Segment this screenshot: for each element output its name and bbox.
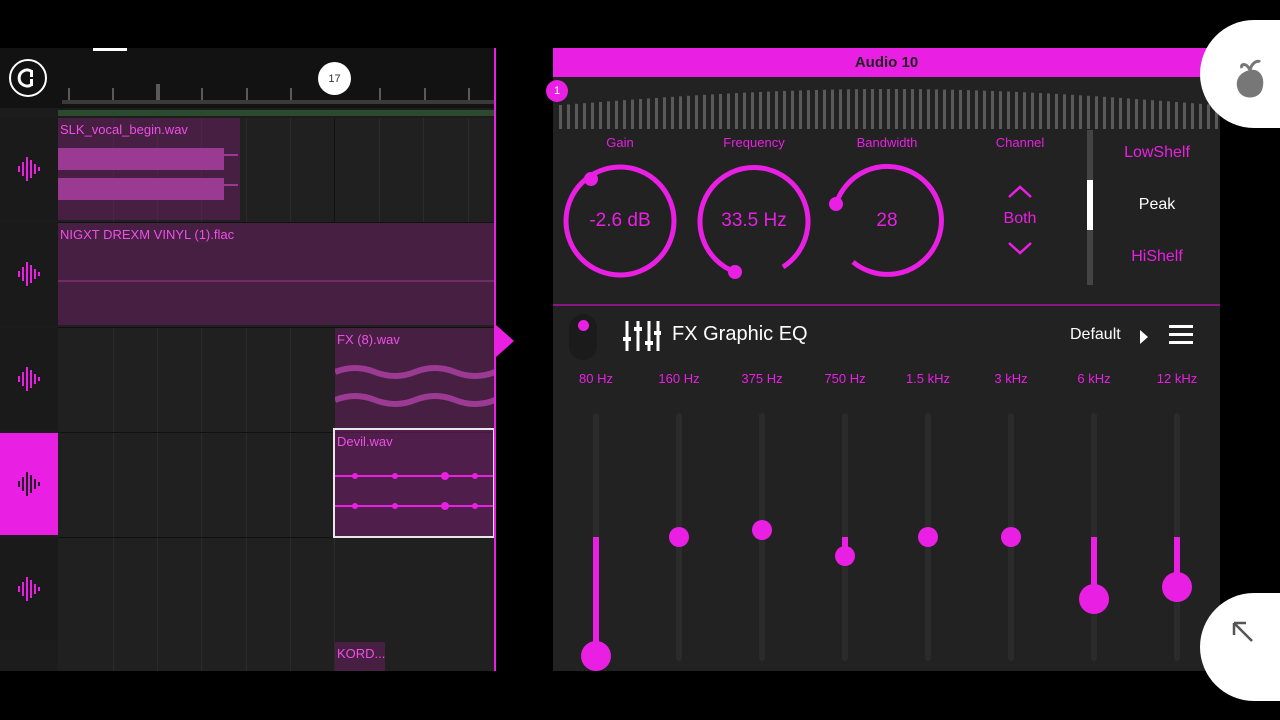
- band-slider-knob[interactable]: [918, 527, 938, 547]
- audio-clip[interactable]: FX (8).wav: [335, 328, 495, 430]
- band-slider-knob[interactable]: [835, 545, 855, 566]
- band-slider-knob[interactable]: [581, 641, 611, 671]
- audio-clip-selected[interactable]: Devil.wav: [333, 428, 495, 538]
- gain-value: -2.6 dB: [589, 210, 651, 231]
- menu-icon[interactable]: [1169, 325, 1193, 345]
- panel-expand-arrow[interactable]: [496, 325, 514, 357]
- band-label: 375 Hz: [741, 371, 783, 386]
- loop-region-bar[interactable]: [58, 110, 495, 116]
- eq-sliders-icon: [623, 321, 661, 351]
- track-header-1[interactable]: [0, 118, 58, 220]
- track-row-1[interactable]: SLK_vocal_begin.wav: [58, 118, 495, 223]
- snap-button[interactable]: [9, 59, 47, 97]
- band-label: 3 kHz: [994, 371, 1028, 386]
- band-slider-knob[interactable]: [1001, 527, 1021, 547]
- filter-type-indicator: [1087, 180, 1093, 230]
- track-row-2[interactable]: NIGXT DREXM VINYL (1).flac: [58, 223, 495, 328]
- fl-studio-logo-icon: [1236, 59, 1264, 98]
- audio-clip[interactable]: KORD...: [335, 642, 385, 671]
- waveform-icon: [18, 577, 40, 601]
- bandwidth-value: 28: [876, 210, 898, 231]
- track-header-5[interactable]: [0, 538, 58, 640]
- band-label: 12 kHz: [1156, 371, 1198, 386]
- track-header-2[interactable]: [0, 223, 58, 325]
- section-divider: [553, 304, 1220, 306]
- preset-name[interactable]: Default: [1070, 326, 1121, 344]
- scroll-indicator: [93, 48, 127, 51]
- track-row-3[interactable]: FX (8).wav: [58, 328, 495, 433]
- filter-lowshelf[interactable]: LowShelf: [1097, 144, 1217, 162]
- clip-name: SLK_vocal_begin.wav: [60, 122, 188, 137]
- chevron-down-icon[interactable]: [1006, 240, 1034, 256]
- spectrum-band-marker[interactable]: 1: [546, 80, 568, 102]
- channel-value: Both: [1003, 210, 1037, 227]
- filter-peak[interactable]: Peak: [1097, 196, 1217, 214]
- frequency-knob[interactable]: 33.5 Hz: [695, 162, 813, 280]
- track-header-4[interactable]: [0, 433, 58, 535]
- clip-name: Devil.wav: [337, 434, 393, 449]
- band-label: 750 Hz: [824, 371, 866, 386]
- spectrum-display[interactable]: [557, 85, 1223, 129]
- frequency-label: Frequency: [723, 135, 785, 150]
- filter-hishelf[interactable]: HiShelf: [1097, 248, 1217, 266]
- waveform-icon: [18, 472, 40, 496]
- band-slider-knob[interactable]: [752, 519, 772, 540]
- track-header-3[interactable]: [0, 328, 58, 430]
- track-row-5[interactable]: KORD...: [58, 538, 495, 671]
- track-row-4[interactable]: Devil.wav: [58, 428, 495, 538]
- bar-marker[interactable]: 17: [318, 62, 351, 95]
- waveform-icon: [18, 367, 40, 391]
- snap-icon: [17, 68, 33, 88]
- preset-next-icon[interactable]: [1140, 330, 1148, 344]
- audio-clip[interactable]: SLK_vocal_begin.wav: [58, 118, 240, 220]
- audio-clip[interactable]: NIGXT DREXM VINYL (1).flac: [58, 223, 495, 325]
- bandwidth-label: Bandwidth: [856, 135, 918, 150]
- playlist-timeline[interactable]: 17 SLK_vocal_begin.wav NIGXT DREXM VINYL…: [0, 48, 495, 671]
- band-label: 160 Hz: [658, 371, 700, 386]
- channel-label: Channel: [995, 135, 1045, 150]
- chevron-up-icon[interactable]: [1006, 184, 1034, 200]
- clip-name: KORD...: [337, 646, 385, 661]
- band-label: 6 kHz: [1077, 371, 1111, 386]
- clip-name: FX (8).wav: [337, 332, 400, 347]
- channel-title[interactable]: Audio 10: [553, 48, 1220, 77]
- fx-title: FX Graphic EQ: [672, 323, 808, 345]
- expand-arrow-icon: [1232, 621, 1253, 642]
- band-label: 80 Hz: [579, 371, 613, 386]
- waveform-icon: [18, 157, 40, 181]
- fx-enable-indicator: [578, 320, 589, 331]
- gain-knob[interactable]: -2.6 dB: [561, 162, 679, 280]
- band-slider-knob[interactable]: [669, 527, 689, 547]
- band-slider-knob[interactable]: [1079, 584, 1109, 614]
- timeline-ruler[interactable]: [0, 48, 495, 116]
- frequency-value: 33.5 Hz: [721, 210, 787, 231]
- bandwidth-knob[interactable]: 28: [828, 162, 946, 280]
- clip-name: NIGXT DREXM VINYL (1).flac: [60, 227, 235, 242]
- gain-label: Gain: [606, 135, 634, 150]
- band-slider-knob[interactable]: [1162, 571, 1192, 602]
- panel-divider[interactable]: [494, 48, 496, 671]
- band-label: 1.5 kHz: [905, 371, 951, 386]
- waveform-icon: [18, 262, 40, 286]
